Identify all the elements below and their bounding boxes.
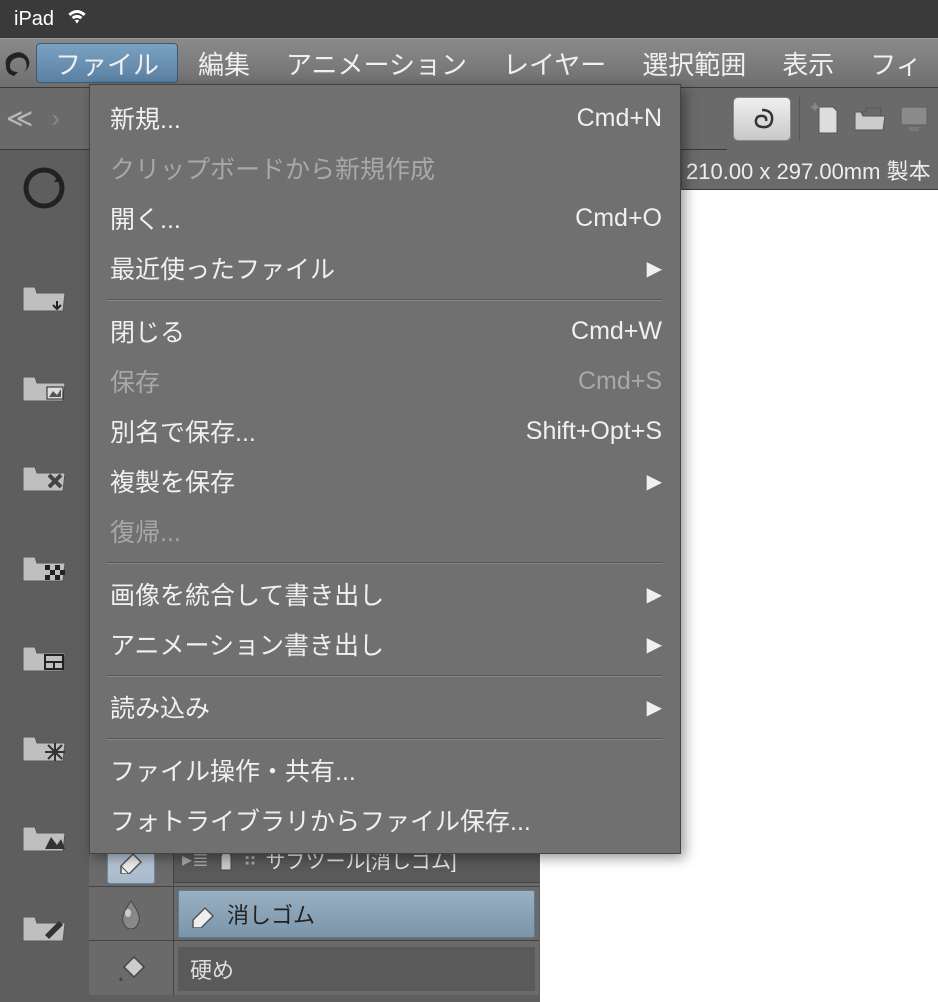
menu-item-revert: 復帰... — [90, 506, 680, 556]
new-doc-icon[interactable] — [808, 101, 844, 137]
folder-panels-icon[interactable] — [19, 636, 69, 676]
subtool-item-label: 消しゴム — [227, 898, 315, 930]
menu-item-label: 新規... — [110, 100, 181, 136]
menu-item-file-ops[interactable]: ファイル操作・共有... — [90, 745, 680, 795]
menu-item-label: 開く... — [110, 200, 181, 236]
quick-refresh-icon[interactable] — [16, 160, 72, 216]
shortcut-label: Cmd+S — [578, 367, 662, 396]
submenu-arrow-icon: ▶ — [647, 632, 662, 657]
menu-item-label: 復帰... — [110, 513, 181, 549]
menu-filter[interactable]: フィ — [852, 39, 938, 87]
menu-file[interactable]: ファイル — [36, 43, 178, 83]
brush-preset-label[interactable]: 硬め — [178, 947, 535, 991]
menu-item-open[interactable]: 開く... Cmd+O — [90, 193, 680, 243]
shortcut-label: Cmd+O — [575, 204, 662, 233]
menu-view[interactable]: 表示 — [764, 39, 852, 87]
menu-separator — [108, 738, 662, 739]
blend-tool-icon[interactable] — [107, 890, 155, 938]
menu-item-label: 読み込み — [110, 689, 210, 725]
shortcut-label: Cmd+W — [571, 317, 662, 346]
menu-edit[interactable]: 編集 — [180, 39, 268, 87]
folder-cross-icon[interactable] — [19, 456, 69, 496]
menu-animation[interactable]: アニメーション — [268, 39, 485, 87]
menu-item-recent[interactable]: 最近使ったファイル ▶ — [90, 243, 680, 293]
subtool-eraser-item[interactable]: 消しゴム — [178, 890, 535, 938]
submenu-arrow-icon: ▶ — [647, 695, 662, 720]
nav-prev-icon[interactable]: ≪ — [6, 103, 33, 134]
ipad-status-bar: iPad — [0, 0, 938, 38]
menu-item-save-as[interactable]: 別名で保存... Shift+Opt+S — [90, 406, 680, 456]
wifi-icon — [64, 6, 90, 32]
submenu-arrow-icon: ▶ — [647, 256, 662, 281]
file-dropdown-menu: 新規... Cmd+N クリップボードから新規作成 開く... Cmd+O 最近… — [89, 84, 681, 854]
menu-item-export-anim[interactable]: アニメーション書き出し ▶ — [90, 619, 680, 669]
shortcut-label: Shift+Opt+S — [526, 417, 662, 446]
menu-item-label: 複製を保存 — [110, 463, 235, 499]
menu-separator — [108, 299, 662, 300]
menu-item-label: ファイル操作・共有... — [110, 752, 356, 788]
folder-burst-icon[interactable] — [19, 726, 69, 766]
canvas-size-label: 210.00 x 297.00mm 製本 — [682, 150, 938, 190]
menu-item-label: 保存 — [110, 363, 160, 399]
menu-item-new[interactable]: 新規... Cmd+N — [90, 93, 680, 143]
folder-checker-icon[interactable] — [19, 546, 69, 586]
submenu-arrow-icon: ▶ — [647, 469, 662, 494]
menu-item-new-from-clipboard: クリップボードから新規作成 — [90, 143, 680, 193]
open-folder-icon[interactable] — [852, 101, 888, 137]
toolbar-right — [727, 88, 938, 150]
shortcut-label: Cmd+N — [577, 104, 662, 133]
folder-image-icon[interactable] — [19, 366, 69, 406]
menu-item-save-copy[interactable]: 複製を保存 ▶ — [90, 456, 680, 506]
folder-download-icon[interactable] — [19, 276, 69, 316]
menu-item-label: クリップボードから新規作成 — [110, 150, 435, 186]
monitor-icon[interactable] — [896, 101, 932, 137]
menu-item-close[interactable]: 閉じる Cmd+W — [90, 306, 680, 356]
fill-tool-icon[interactable] — [107, 944, 155, 992]
menu-item-import[interactable]: 読み込み ▶ — [90, 682, 680, 732]
device-label: iPad — [14, 8, 54, 31]
menu-item-label: 閉じる — [110, 313, 185, 349]
menu-item-label: アニメーション書き出し — [110, 626, 384, 662]
menu-item-label: フォトライブラリからファイル保存... — [110, 802, 531, 838]
menu-item-photo-library[interactable]: フォトライブラリからファイル保存... — [90, 795, 680, 845]
menu-separator — [108, 562, 662, 563]
folder-mountain-icon[interactable] — [19, 816, 69, 856]
menu-bar: ファイル 編集 アニメーション レイヤー 選択範囲 表示 フィ — [0, 38, 938, 88]
menu-layer[interactable]: レイヤー — [485, 39, 624, 87]
menu-item-export-merged[interactable]: 画像を統合して書き出し ▶ — [90, 569, 680, 619]
menu-separator — [108, 675, 662, 676]
app-logo-icon[interactable] — [0, 39, 34, 87]
folder-pencil-icon[interactable] — [19, 906, 69, 946]
left-sidebar — [0, 150, 88, 1002]
menu-item-save: 保存 Cmd+S — [90, 356, 680, 406]
menu-item-label: 別名で保存... — [110, 413, 256, 449]
menu-item-label: 画像を統合して書き出し — [110, 576, 384, 612]
menu-selection[interactable]: 選択範囲 — [624, 39, 764, 87]
menu-item-label: 最近使ったファイル — [110, 250, 335, 286]
nav-next-icon[interactable]: › — [51, 103, 60, 134]
submenu-arrow-icon: ▶ — [647, 582, 662, 607]
swirl-tool-button[interactable] — [733, 97, 791, 141]
